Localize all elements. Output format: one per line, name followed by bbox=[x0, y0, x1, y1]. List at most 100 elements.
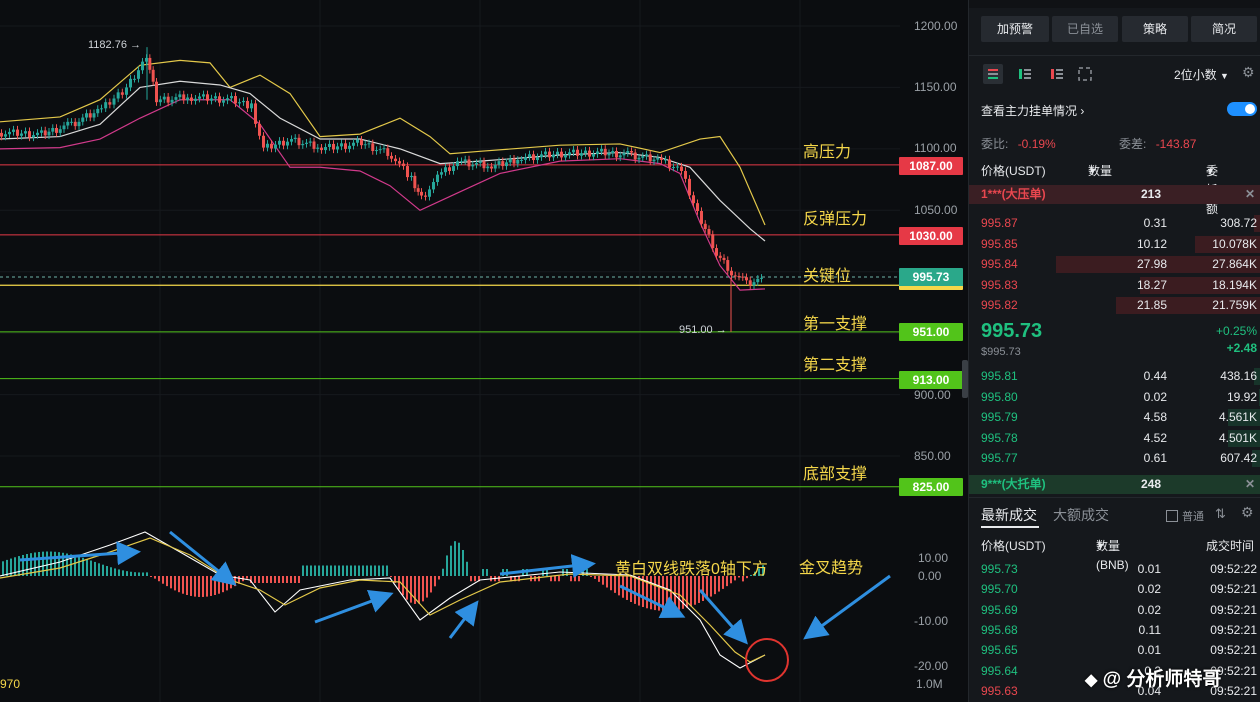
candle-body bbox=[258, 123, 261, 136]
order-total: 27.864K bbox=[1212, 257, 1257, 271]
macd-histogram-bar bbox=[678, 576, 680, 610]
macd-histogram-bar bbox=[654, 576, 656, 611]
macd-histogram-bar bbox=[330, 565, 332, 576]
macd-histogram-bar bbox=[666, 576, 668, 611]
candle-body bbox=[556, 151, 559, 155]
boll-lower bbox=[0, 99, 766, 291]
trade-time: 09:52:21 bbox=[1210, 622, 1257, 637]
big-ask-row[interactable]: 1***(大压单) 213 ✕ bbox=[969, 185, 1260, 204]
bid-row[interactable]: 995.80 0.02 19.92 bbox=[969, 388, 1260, 407]
ask-row[interactable]: 995.82 21.85 21.759K bbox=[969, 296, 1260, 315]
macd-histogram-bar bbox=[166, 576, 168, 587]
decimals-select[interactable]: 2位小数 ▼ bbox=[1174, 66, 1229, 83]
big-bid-row[interactable]: 9***(大托单) 248 ✕ bbox=[969, 475, 1260, 494]
trade-row: 995.73 0.01 09:52:22 bbox=[969, 560, 1260, 579]
macd-histogram-bar bbox=[198, 576, 200, 597]
candle-body bbox=[633, 152, 637, 160]
order-qty: 18.27 bbox=[1136, 277, 1167, 292]
candle-body bbox=[672, 167, 675, 169]
main-orders-toggle[interactable] bbox=[1227, 102, 1257, 116]
tab-latest-trades[interactable]: 最新成交 bbox=[981, 505, 1037, 525]
order-qty: 0.02 bbox=[1143, 389, 1167, 404]
candle-body bbox=[718, 255, 722, 258]
candle-body bbox=[178, 94, 182, 98]
candle-body bbox=[652, 159, 656, 162]
candle-body bbox=[246, 100, 249, 109]
candle-body bbox=[162, 96, 166, 100]
close-icon[interactable]: ✕ bbox=[1245, 475, 1255, 494]
main-orders-link[interactable]: 查看主力挂单情况 › bbox=[981, 102, 1084, 119]
macd-histogram-bar bbox=[638, 576, 640, 606]
candle-body bbox=[424, 195, 427, 197]
overview-button[interactable]: 简况 bbox=[1191, 16, 1257, 42]
level-label-high-resistance: 高压力 bbox=[803, 144, 852, 161]
chart-area[interactable]: 1200.00 1150.00 1100.00 1050.00 900.00 8… bbox=[0, 0, 968, 702]
tab-large-trades[interactable]: 大额成交 bbox=[1053, 505, 1109, 525]
expand-icon[interactable] bbox=[1077, 66, 1093, 82]
favorited-button[interactable]: 已自选 bbox=[1052, 16, 1118, 42]
candle-body bbox=[40, 130, 43, 133]
candle-body bbox=[406, 166, 409, 178]
bid-row[interactable]: 995.77 0.61 607.42 bbox=[969, 449, 1260, 468]
order-total: 438.16 bbox=[1220, 369, 1257, 383]
ratio-value: -0.19% bbox=[1017, 137, 1056, 151]
ask-row[interactable]: 995.83 18.27 18.194K bbox=[969, 276, 1260, 295]
left-edge-value: 970 bbox=[0, 677, 21, 691]
strategy-button[interactable]: 策略 bbox=[1122, 16, 1188, 42]
order-price: 995.84 bbox=[981, 257, 1018, 271]
candle-body bbox=[182, 94, 186, 101]
ask-row[interactable]: 995.87 0.31 308.72 bbox=[969, 214, 1260, 233]
trend-arrow bbox=[803, 574, 891, 640]
candle-body bbox=[615, 151, 618, 158]
candle-body bbox=[226, 98, 229, 101]
candle-body bbox=[692, 195, 695, 204]
book-both-icon[interactable] bbox=[983, 64, 1003, 84]
divider bbox=[969, 55, 1260, 56]
candle-body bbox=[656, 157, 660, 160]
settings-gear-icon[interactable]: ⚙ bbox=[1241, 504, 1254, 521]
divider bbox=[969, 497, 1260, 498]
add-alert-button[interactable]: 加预警 bbox=[981, 16, 1049, 42]
bid-row[interactable]: 995.78 4.52 4.501K bbox=[969, 429, 1260, 448]
macd-histogram-bar bbox=[294, 576, 296, 583]
candle-body bbox=[85, 113, 88, 118]
ask-row[interactable]: 995.85 10.12 10.078K bbox=[969, 235, 1260, 254]
macd-histogram-bar bbox=[170, 576, 172, 589]
trade-price: 995.63 bbox=[981, 683, 1018, 698]
macd-axis-label: -20.00 bbox=[914, 659, 949, 673]
macd-histogram-bar bbox=[158, 576, 160, 582]
candle-body bbox=[186, 97, 190, 101]
candle-body bbox=[607, 153, 611, 156]
candle-body bbox=[532, 154, 535, 161]
candle-body bbox=[490, 166, 493, 169]
bid-row[interactable]: 995.79 4.58 4.561K bbox=[969, 408, 1260, 427]
decimals-value: 2位小数 bbox=[1174, 68, 1217, 82]
sort-icon[interactable]: ⇅ bbox=[1215, 506, 1226, 522]
book-bids-icon[interactable] bbox=[1017, 66, 1033, 82]
macd-histogram-bar bbox=[454, 541, 456, 576]
candle-body bbox=[390, 155, 393, 159]
macd-histogram-bar bbox=[266, 576, 268, 583]
candle-body bbox=[645, 154, 648, 157]
macd-histogram-bar bbox=[114, 568, 116, 576]
candle-body bbox=[703, 223, 707, 230]
candle-body bbox=[576, 149, 579, 156]
candle-body bbox=[684, 170, 687, 179]
macd-histogram-bar bbox=[130, 571, 132, 576]
close-icon[interactable]: ✕ bbox=[1245, 185, 1255, 204]
last-price-tag: 995.73 bbox=[899, 268, 963, 290]
normal-checkbox[interactable] bbox=[1166, 510, 1178, 522]
macd-histogram-bar bbox=[458, 542, 460, 576]
candle-body bbox=[141, 61, 144, 71]
book-asks-icon[interactable] bbox=[1049, 66, 1065, 82]
settings-gear-icon[interactable]: ⚙ bbox=[1242, 64, 1255, 81]
chevron-down-icon: ▼ bbox=[1206, 166, 1215, 176]
ask-row[interactable]: 995.84 27.98 27.864K bbox=[969, 255, 1260, 274]
bid-row[interactable]: 995.81 0.44 438.16 bbox=[969, 367, 1260, 386]
macd-histogram-bar bbox=[366, 565, 368, 576]
trade-time: 09:52:21 bbox=[1210, 643, 1257, 658]
level-label-key: 关键位 bbox=[803, 268, 852, 285]
candle-body bbox=[222, 100, 225, 103]
candle-body bbox=[198, 96, 201, 99]
candle-body bbox=[262, 135, 265, 148]
